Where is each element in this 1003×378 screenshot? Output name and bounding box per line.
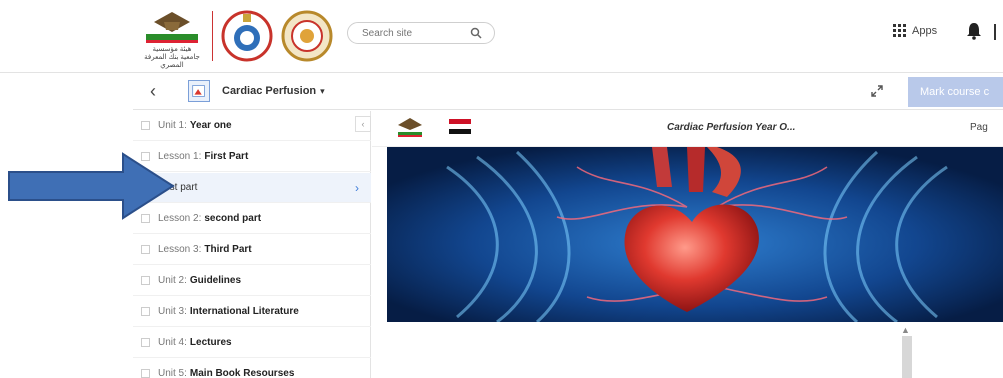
document-title: Cardiac Perfusion Year O... <box>667 122 796 133</box>
checkbox-icon[interactable] <box>141 276 150 285</box>
logo-divider <box>212 11 213 61</box>
logos-group: هيئة مؤسسية جامعية بنك المعرفة المصري <box>140 6 333 69</box>
course-title-dropdown[interactable]: Cardiac Perfusion ▾ <box>222 85 325 97</box>
sidebar-collapse-button[interactable]: ‹ <box>355 116 371 132</box>
logo-text: هيئة مؤسسية جامعية بنك المعرفة المصري <box>144 46 200 69</box>
search-input[interactable] <box>348 23 458 44</box>
sidebar-item-unit1[interactable]: Unit 1: Year one <box>133 111 371 141</box>
item-name: Main Book Resourses <box>189 368 295 378</box>
page-label: Pag <box>970 122 988 133</box>
egypt-flag-icon <box>449 119 471 134</box>
ministry-seal-icon[interactable] <box>221 10 273 62</box>
expand-icon[interactable] <box>870 84 884 98</box>
sidebar-item-unit3[interactable]: Unit 3: International Literature <box>133 297 371 327</box>
scroll-up-icon[interactable]: ▲ <box>901 325 910 335</box>
checkbox-icon[interactable] <box>141 338 150 347</box>
top-header: هيئة مؤسسية جامعية بنك المعرفة المصري Se… <box>0 0 1003 73</box>
lms-page: هيئة مؤسسية جامعية بنك المعرفة المصري Se… <box>0 0 1003 378</box>
apps-grid-icon <box>893 24 906 37</box>
heart-illustration <box>387 147 1003 322</box>
checkbox-icon[interactable] <box>141 369 150 378</box>
apps-button[interactable]: Apps <box>893 24 937 37</box>
viewer-toolbar: Cardiac Perfusion Year O... Pag <box>372 111 1003 147</box>
course-thumbnail-icon <box>188 80 210 102</box>
item-prefix: Lesson 3: <box>158 244 202 255</box>
search-icon[interactable] <box>470 27 482 39</box>
item-prefix: Unit 1: <box>158 120 187 131</box>
document-viewer: Cardiac Perfusion Year O... Pag ▲ <box>372 111 1003 378</box>
item-name: International Literature <box>189 306 299 317</box>
chevron-right-icon: › <box>355 180 359 195</box>
sidebar-item-unit4[interactable]: Unit 4: Lectures <box>133 328 371 358</box>
back-button[interactable]: ‹ <box>150 81 156 102</box>
pointer-arrow-annotation <box>8 152 175 220</box>
document-scrollbar[interactable] <box>902 336 912 378</box>
checkbox-icon[interactable] <box>141 121 150 130</box>
item-name: Year one <box>189 120 232 131</box>
course-title: Cardiac Perfusion <box>222 85 317 97</box>
checkbox-icon[interactable] <box>141 245 150 254</box>
item-prefix: Unit 5: <box>158 368 187 378</box>
logo-stripe-red <box>146 40 198 43</box>
header-separator <box>994 24 996 40</box>
sidebar-item-unit2[interactable]: Unit 2: Guidelines <box>133 266 371 296</box>
item-name: First Part <box>204 151 249 162</box>
item-prefix: Unit 3: <box>158 306 187 317</box>
bell-icon[interactable] <box>967 22 981 40</box>
mortarboard-icon <box>154 12 190 32</box>
university-seal-icon[interactable] <box>281 10 333 62</box>
item-name: Guidelines <box>189 275 242 286</box>
item-name: Third Part <box>204 244 252 255</box>
checkbox-icon[interactable] <box>141 307 150 316</box>
item-name: Lectures <box>189 337 232 348</box>
item-prefix: Unit 4: <box>158 337 187 348</box>
ekb-logo[interactable]: هيئة مؤسسية جامعية بنك المعرفة المصري <box>140 6 204 69</box>
ekb-small-logo-icon <box>398 118 422 137</box>
apps-label: Apps <box>912 24 938 37</box>
item-prefix: Unit 2: <box>158 275 187 286</box>
sidebar-item-unit5[interactable]: Unit 5: Main Book Resourses <box>133 359 371 378</box>
sidebar-item-lesson3[interactable]: Lesson 3: Third Part <box>133 235 371 265</box>
item-name: second part <box>204 213 262 224</box>
search-box[interactable] <box>347 22 495 44</box>
chevron-down-icon: ▾ <box>320 86 325 96</box>
mark-course-complete-button[interactable]: Mark course c <box>908 77 1003 107</box>
